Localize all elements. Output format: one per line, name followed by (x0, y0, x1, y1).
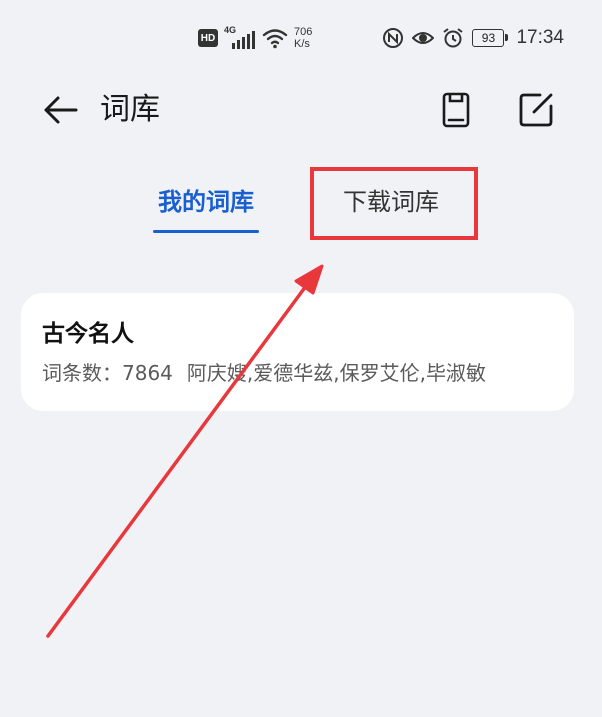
network-speed: 706 K/s (294, 26, 312, 50)
status-bar-right: 93 17:34 (382, 22, 564, 54)
eye-icon (412, 32, 435, 44)
lexicon-count: 7864 (122, 361, 173, 385)
lexicon-card[interactable]: 古今名人 词条数：7864 阿庆嫂,爱德华兹,保罗艾伦,毕淑敏 (21, 293, 574, 411)
tab-my-lexicon[interactable]: 我的词库 (148, 180, 264, 240)
status-bar-left: HD 4G 706 K/s (198, 22, 312, 54)
edit-icon (519, 93, 553, 127)
clock: 17:34 (516, 27, 564, 48)
tab-my-lexicon-label: 我的词库 (158, 188, 254, 216)
import-button[interactable] (436, 88, 476, 132)
app-header: 词库 (0, 72, 602, 148)
nfc-icon (383, 28, 404, 48)
status-bar: HD 4G 706 K/s 93 17:34 (0, 0, 602, 72)
signal-icon: 4G (224, 25, 256, 49)
lexicon-summary: 词条数：7864 阿庆嫂,爱德华兹,保罗艾伦,毕淑敏 (42, 359, 562, 387)
network-speed-value: 706 (294, 26, 313, 38)
lexicon-count-label: 词条数： (42, 361, 122, 385)
wifi-icon (262, 29, 288, 49)
tab-download-lexicon-label: 下载词库 (343, 188, 439, 216)
tab-download-lexicon[interactable]: 下载词库 (318, 180, 464, 240)
phone-import-icon (442, 92, 470, 128)
active-tab-indicator (153, 230, 259, 233)
lexicon-name: 古今名人 (42, 321, 134, 347)
back-arrow-icon (44, 96, 78, 124)
hd-badge: HD (198, 29, 218, 47)
page-title: 词库 (100, 92, 160, 127)
alarm-icon (443, 28, 464, 48)
battery-icon: 93 (472, 29, 509, 47)
edit-button[interactable] (514, 88, 558, 132)
network-speed-unit: K/s (294, 38, 310, 50)
back-button[interactable] (38, 90, 82, 130)
lexicon-preview: 阿庆嫂,爱德华兹,保罗艾伦,毕淑敏 (186, 361, 486, 385)
